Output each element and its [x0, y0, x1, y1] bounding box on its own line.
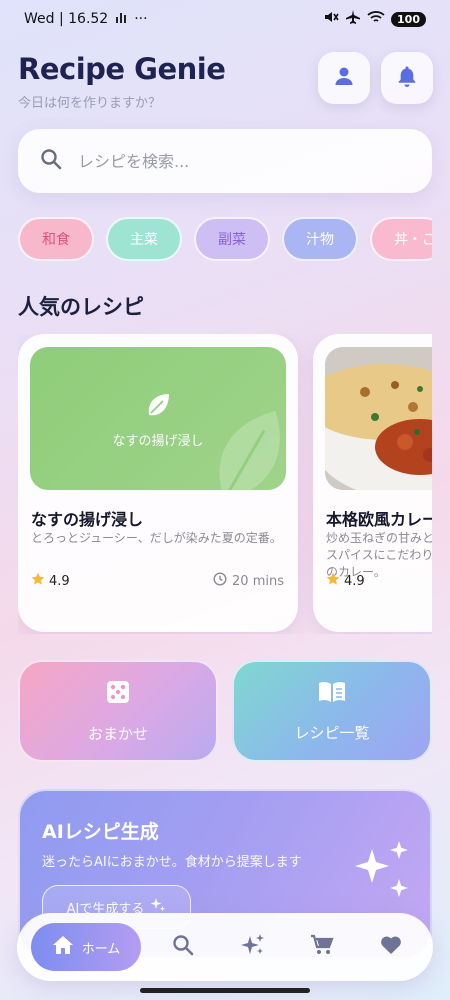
recipe-title: なすの揚げ浸し: [31, 510, 144, 529]
recipe-image-label: なすの揚げ浸し: [112, 434, 204, 449]
recipe-description: とろっとジューシー、だしが染みた夏の定番。: [31, 531, 282, 545]
bell-icon: [397, 65, 417, 91]
search-icon: [40, 148, 62, 174]
nav-favorites[interactable]: [379, 935, 403, 959]
gesture-bar: [140, 988, 310, 993]
profile-button[interactable]: [318, 52, 370, 104]
notifications-button[interactable]: [381, 52, 433, 104]
curry-photo-icon: [325, 347, 432, 490]
recipe-image: なすの揚げ浸し: [30, 347, 286, 490]
rating-value: 4.9: [344, 573, 365, 589]
search-icon: [172, 934, 194, 960]
chip-washoku[interactable]: 和食: [18, 217, 94, 261]
sparkles-decor-icon: [355, 841, 408, 897]
recipe-rating: 4.9: [326, 572, 365, 590]
star-icon: [326, 572, 340, 590]
battery-indicator: 100: [391, 11, 426, 27]
ai-card-description: 迷ったらAIにおまかせ。食材から提案します: [42, 855, 302, 870]
search-input[interactable]: [78, 151, 398, 171]
recipe-card[interactable]: 本格欧風カレー 炒め玉ねぎの甘みとスパイスにこだわりのカレー。 4.9: [313, 334, 432, 632]
wifi-icon: [367, 10, 385, 28]
dice-icon: [105, 679, 131, 709]
status-bar: Wed | 16.52 ··· 100: [0, 0, 450, 38]
recipe-list-label: レシピ一覧: [294, 723, 370, 742]
chip-label: 汁物: [306, 232, 334, 248]
star-icon: [31, 572, 45, 590]
clock-icon: [213, 572, 227, 590]
leaf-watermark-icon: [148, 394, 280, 490]
recipe-title: 本格欧風カレー: [326, 510, 432, 529]
status-time: Wed | 16.52: [24, 11, 109, 27]
airplane-icon: [345, 9, 361, 29]
chip-label: 副菜: [218, 232, 246, 248]
chip-side-dish[interactable]: 副菜: [194, 217, 270, 261]
bottom-navigation: ホーム: [17, 913, 433, 981]
chip-donburi[interactable]: 丼・ご: [370, 217, 432, 261]
chip-soup[interactable]: 汁物: [282, 217, 358, 261]
chip-label: 主菜: [130, 232, 158, 248]
cart-icon: [310, 934, 334, 960]
app-subtitle: 今日は何を作りますか？: [18, 96, 162, 111]
person-icon: [334, 66, 354, 90]
status-dots: ···: [134, 11, 148, 27]
random-recipe-button[interactable]: おまかせ: [18, 660, 218, 762]
nav-home-label: ホーム: [81, 941, 121, 957]
app-title: Recipe Genie: [18, 52, 226, 86]
recipe-time: 20 mins: [213, 572, 284, 590]
nav-cart[interactable]: [310, 934, 334, 960]
status-left: Wed | 16.52 ···: [24, 11, 148, 27]
mute-icon: [323, 9, 339, 29]
book-icon: [317, 680, 347, 708]
recipe-list-button[interactable]: レシピ一覧: [232, 660, 432, 762]
signal-bars-icon: [116, 11, 127, 27]
search-bar[interactable]: [18, 129, 432, 193]
recipe-rating: 4.9: [31, 572, 70, 590]
ai-card-title: AIレシピ生成: [42, 821, 159, 843]
nav-home[interactable]: ホーム: [31, 923, 141, 971]
category-chips: 和食 主菜 副菜 汁物 丼・ご: [18, 214, 432, 264]
time-value: 20 mins: [232, 573, 284, 589]
nav-ai[interactable]: [241, 933, 265, 961]
home-icon: [52, 935, 74, 959]
status-right: 100: [323, 9, 426, 29]
recipe-card[interactable]: なすの揚げ浸し なすの揚げ浸し とろっとジューシー、だしが染みた夏の定番。 4.…: [18, 334, 298, 632]
chip-label: 丼・ご: [394, 232, 432, 248]
section-title-popular: 人気のレシピ: [18, 295, 144, 319]
nav-search[interactable]: [171, 935, 195, 959]
heart-icon: [380, 935, 402, 959]
chip-label: 和食: [42, 232, 70, 248]
popular-recipes-carousel[interactable]: なすの揚げ浸し なすの揚げ浸し とろっとジューシー、だしが染みた夏の定番。 4.…: [18, 334, 432, 634]
random-recipe-label: おまかせ: [87, 724, 148, 743]
rating-value: 4.9: [49, 573, 70, 589]
sparkle-icon: [241, 933, 265, 961]
chip-main-dish[interactable]: 主菜: [106, 217, 182, 261]
recipe-image: [325, 347, 432, 490]
